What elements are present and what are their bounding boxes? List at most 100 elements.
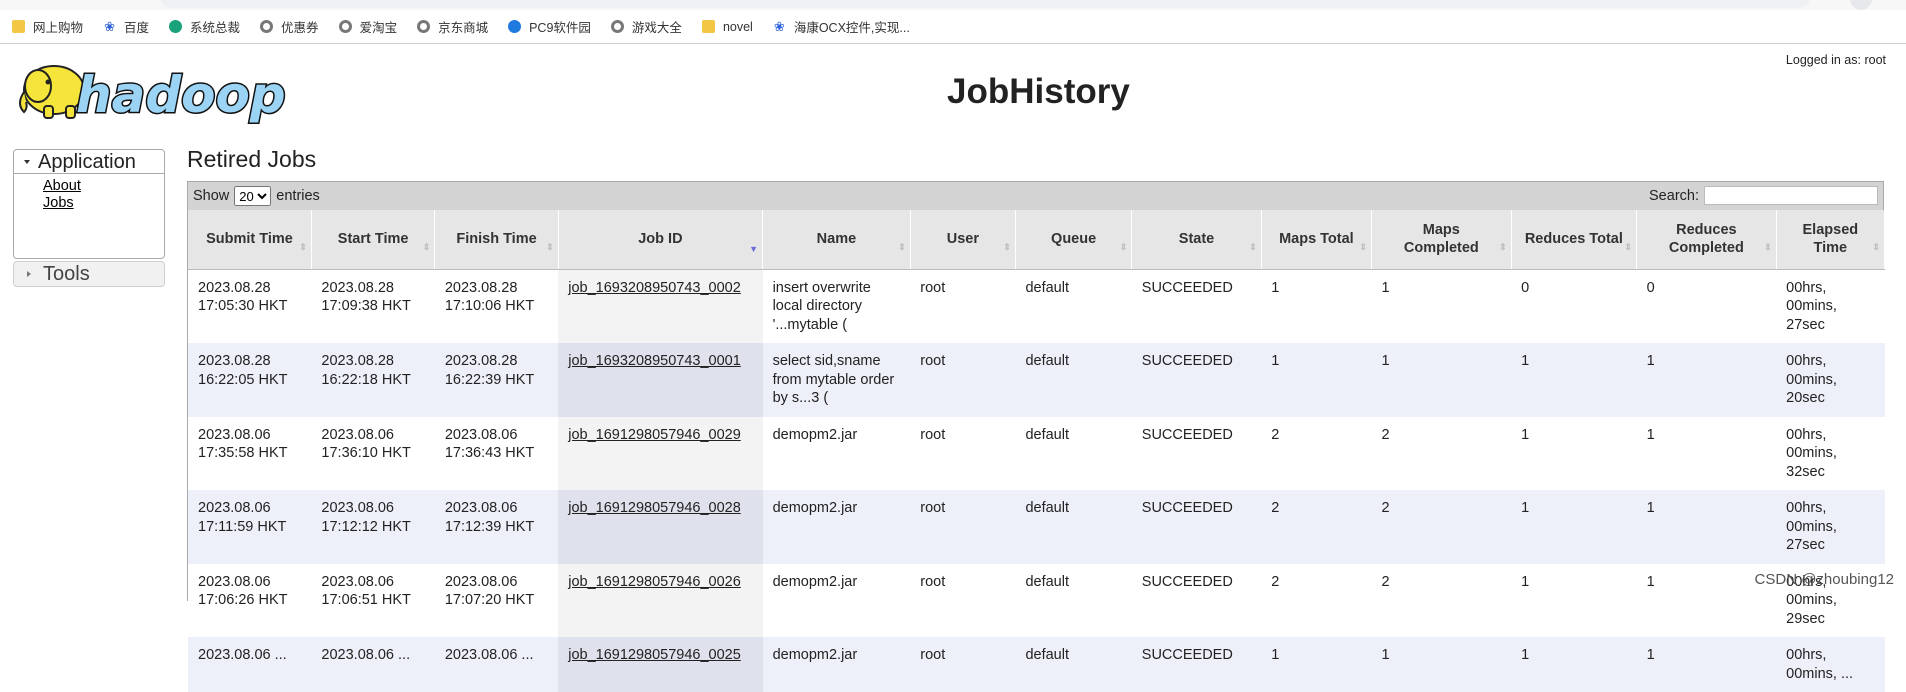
table-cell: job_1691298057946_0026	[558, 563, 763, 637]
table-cell: 1	[1511, 416, 1637, 490]
sort-icon: ⇕	[1003, 242, 1011, 252]
tools-label: Tools	[43, 262, 90, 285]
column-header-label: Name	[816, 231, 857, 248]
job-id-link[interactable]: job_1691298057946_0028	[568, 500, 741, 516]
table-cell: 1	[1511, 563, 1637, 637]
table-cell: 1	[1511, 343, 1637, 417]
bookmark-item[interactable]: 游戏大全	[610, 17, 682, 36]
sort-icon: ⇕	[1119, 242, 1128, 252]
table-cell: job_1693208950743_0002	[558, 269, 763, 343]
column-header[interactable]: Reduces Completed ⇕	[1636, 210, 1777, 270]
bookmark-item[interactable]: ❀ 海康OCX控件,实现...	[773, 17, 910, 36]
bookmark-item[interactable]: 网上购物	[12, 17, 83, 36]
table-cell: 2023.08.28 16:22:39 HKT	[434, 343, 559, 417]
column-header[interactable]: Elapsed Time ⇕	[1776, 210, 1886, 270]
column-header[interactable]: Maps Total ⇕	[1261, 210, 1373, 270]
bookmark-label: 网上购物	[33, 21, 84, 35]
column-header[interactable]: Job ID ▼	[558, 210, 764, 270]
column-header[interactable]: State ⇕	[1131, 210, 1262, 270]
column-header[interactable]: Maps Completed ⇕	[1371, 210, 1512, 270]
profile-button[interactable]	[1850, 0, 1872, 10]
column-header[interactable]: Start Time ⇕	[311, 210, 436, 270]
bookmark-item[interactable]: 爱淘宝	[338, 17, 397, 36]
table-cell: 2	[1371, 563, 1512, 637]
bookmark-label: 海康OCX控件,实现...	[793, 21, 910, 35]
job-id-link[interactable]: job_1691298057946_0026	[568, 574, 741, 590]
table-cell: 2	[1371, 490, 1512, 564]
table-cell: 2023.08.06 17:11:59 HKT	[188, 490, 312, 564]
table-cell: 2023.08.06 ...	[311, 637, 435, 692]
bookmark-item[interactable]: novel	[701, 20, 753, 34]
table-cell: 2023.08.06 17:36:43 HKT	[434, 416, 559, 490]
table-cell: root	[910, 343, 1016, 417]
section-title: Retired Jobs	[187, 146, 317, 172]
bookmark-label: 优惠券	[281, 21, 319, 35]
show-label: Show	[193, 188, 230, 204]
table-cell: 2	[1261, 563, 1372, 637]
nav-link-about[interactable]: About	[43, 178, 164, 195]
table-cell: default	[1015, 490, 1132, 564]
table-cell: job_1691298057946_0025	[558, 637, 763, 692]
table-cell: 1	[1261, 343, 1372, 417]
table-cell: 1	[1636, 637, 1777, 692]
table-cell: 2023.08.06 ...	[188, 637, 312, 692]
table-cell: 2023.08.28 16:22:18 HKT	[311, 343, 435, 417]
table-cell: root	[910, 490, 1016, 564]
column-header[interactable]: Reduces Total ⇕	[1511, 210, 1638, 270]
table-cell: 0	[1511, 269, 1637, 343]
tools-toggle[interactable]: Tools	[13, 261, 165, 287]
table-cell: root	[910, 637, 1016, 692]
table-cell: demopm2.jar	[762, 416, 911, 490]
table-cell: 2	[1371, 416, 1512, 490]
bookmark-item[interactable]: 优惠券	[260, 17, 319, 36]
bookmark-item[interactable]: PC9软件园	[508, 17, 591, 36]
bookmark-item[interactable]: 京东商城	[417, 17, 488, 36]
bookmark-item[interactable]: 系统总裁	[169, 17, 240, 36]
bookmarks-bar: 网上购物 ❀ 百度 系统总裁 优惠券 爱淘宝 京东商城 PC9软件园 游戏大全 novel ❀ 海康O…	[0, 10, 1906, 44]
column-header-label: Submit Time	[206, 231, 293, 248]
column-header-label: User	[946, 231, 979, 248]
job-id-link[interactable]: job_1691298057946_0029	[568, 427, 741, 443]
column-header[interactable]: Finish Time ⇕	[434, 210, 559, 270]
globe-icon	[610, 20, 624, 33]
nav-link-jobs[interactable]: Jobs	[43, 195, 164, 212]
hadoop-logo: hadoop	[19, 65, 287, 124]
sort-icon: ⇕	[898, 242, 906, 252]
logo-wordmark: hadoop	[76, 66, 286, 124]
sort-icon: ⇕	[1624, 242, 1633, 252]
table-cell: 1	[1636, 416, 1777, 490]
table-cell: 1	[1371, 637, 1512, 692]
chevron-down-icon	[24, 159, 30, 164]
column-header[interactable]: User ⇕	[910, 210, 1016, 270]
entries-select[interactable]: 20	[234, 186, 272, 206]
column-header[interactable]: Submit Time ⇕	[188, 210, 312, 270]
table-cell: 2	[1261, 416, 1372, 490]
sort-icon: ⇕	[546, 242, 554, 252]
table-cell: SUCCEEDED	[1131, 563, 1262, 637]
search-input[interactable]	[1704, 186, 1878, 205]
column-header[interactable]: Name ⇕	[762, 210, 911, 270]
table-header-row: Submit Time ⇕ Start Time ⇕ Finish Time ⇕ Job I…	[188, 210, 1886, 270]
job-id-link[interactable]: job_1691298057946_0025	[568, 647, 741, 663]
job-id-link[interactable]: job_1693208950743_0001	[568, 353, 741, 369]
job-id-link[interactable]: job_1693208950743_0002	[568, 280, 741, 296]
column-header[interactable]: Queue ⇕	[1015, 210, 1133, 270]
sort-icon: ⇕	[422, 242, 431, 252]
table-cell: 2023.08.06 ...	[434, 637, 559, 692]
column-header-label: Maps Total	[1279, 231, 1354, 248]
sort-icon: ⇕	[1249, 242, 1257, 252]
table-cell: 1	[1636, 343, 1777, 417]
table-cell: SUCCEEDED	[1131, 637, 1262, 692]
application-panel: Application About Jobs	[13, 149, 165, 259]
table-cell: SUCCEEDED	[1131, 416, 1262, 490]
bookmark-item[interactable]: ❀ 百度	[103, 17, 149, 36]
application-toggle[interactable]: Application	[14, 150, 164, 174]
table-cell: 2023.08.06 17:06:51 HKT	[311, 563, 435, 637]
address-bar[interactable]	[160, 0, 1810, 8]
table-cell: default	[1015, 563, 1132, 637]
bookmark-label: 百度	[124, 21, 150, 35]
pc9-icon	[508, 20, 522, 33]
table-cell: 1	[1261, 269, 1372, 343]
globe-icon	[417, 20, 431, 33]
column-header-label: Finish Time	[456, 231, 537, 248]
